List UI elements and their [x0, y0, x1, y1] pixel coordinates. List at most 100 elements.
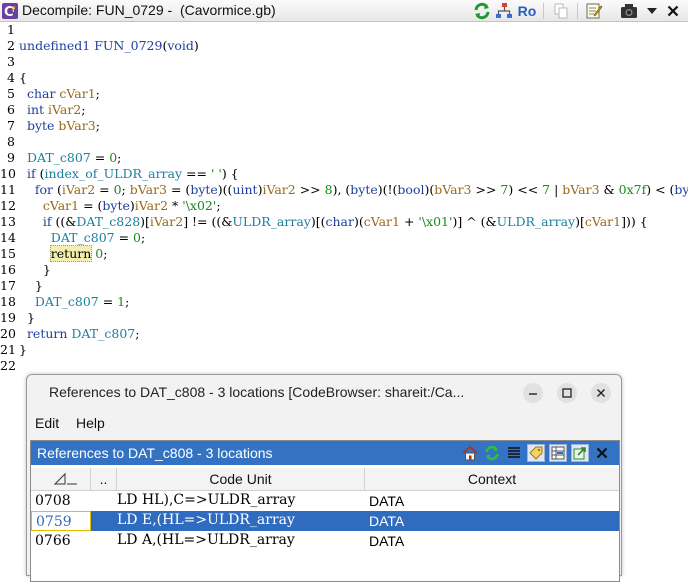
code-token[interactable]: bVar3	[562, 182, 599, 197]
code-text[interactable]: DAT_c807 = 0;	[19, 150, 121, 166]
code-token[interactable]: ;	[135, 326, 139, 341]
code-token[interactable]: )(!(	[378, 182, 398, 197]
maximize-button[interactable]	[557, 383, 577, 403]
code-text[interactable]: DAT_c807 = 1;	[19, 294, 129, 310]
code-text[interactable]: byte bVar3;	[19, 118, 100, 134]
code-token[interactable]: int	[27, 102, 48, 117]
code-token[interactable]: bVar3	[58, 118, 95, 133]
minimize-button[interactable]	[523, 383, 543, 403]
code-token[interactable]: ;	[216, 198, 220, 213]
decompiler-code-view[interactable]: 1 2 undefined1 FUN_0729(void) 3 4{5 char cVa…	[0, 22, 688, 370]
column-header-dots[interactable]: ..	[91, 468, 117, 490]
code-token[interactable]: DAT_c807	[35, 294, 99, 309]
menu-help[interactable]: Help	[76, 415, 105, 431]
code-line[interactable]: 8	[0, 134, 688, 150]
code-token[interactable]: )[	[140, 214, 150, 229]
go-home-button[interactable]	[461, 444, 479, 462]
code-line[interactable]: 11 for (iVar2 = 0; bVar3 = (byte)((uint)…	[0, 182, 688, 198]
code-token[interactable]	[19, 246, 51, 261]
code-token[interactable]: &	[600, 182, 619, 197]
code-text[interactable]: if ((&DAT_c828)[iVar2] != ((&ULDR_array)…	[19, 214, 648, 230]
code-token[interactable]: char	[27, 86, 59, 101]
code-text[interactable]: DAT_c807 = 0;	[19, 230, 145, 246]
code-text[interactable]: }	[19, 262, 51, 278]
code-token[interactable]: DAT_c807	[27, 150, 91, 165]
code-token[interactable]: = (	[79, 198, 102, 213]
code-token[interactable]: }	[19, 262, 51, 277]
code-text[interactable]: }	[19, 342, 27, 358]
close-panel-button[interactable]	[593, 444, 611, 462]
code-line[interactable]: 18 DAT_c807 = 1;	[0, 294, 688, 310]
read-only-toggle[interactable]: Ro	[516, 2, 538, 20]
code-token[interactable]: char	[325, 214, 353, 229]
code-line[interactable]: 17 }	[0, 278, 688, 294]
code-token[interactable]: byte	[190, 182, 217, 197]
code-token[interactable]: ULDR_array	[497, 214, 575, 229]
code-line[interactable]: 22	[0, 358, 688, 370]
code-line[interactable]: 5 char cVar1;	[0, 86, 688, 102]
code-token[interactable]: DAT_c828	[76, 214, 140, 229]
select-data-button[interactable]	[549, 444, 567, 462]
code-token[interactable]: 0x7f	[619, 182, 647, 197]
code-line[interactable]: 6 int iVar2;	[0, 102, 688, 118]
code-line[interactable]: 4{	[0, 70, 688, 86]
code-line[interactable]: 3	[0, 54, 688, 70]
code-token[interactable]: 8	[325, 182, 333, 197]
code-token[interactable]: ;	[96, 118, 100, 133]
code-token[interactable]: 0	[109, 150, 117, 165]
code-token[interactable]: )	[194, 38, 199, 53]
code-text[interactable]: char cVar1;	[19, 86, 100, 102]
code-token[interactable]: )(	[354, 214, 364, 229]
code-token[interactable]	[19, 230, 51, 245]
edit-signature-button[interactable]	[584, 2, 604, 20]
code-token[interactable]: ' '	[211, 166, 222, 181]
code-token[interactable]: *	[168, 198, 182, 213]
code-token[interactable]: |	[550, 182, 562, 197]
code-token[interactable]: undefined1	[19, 38, 94, 53]
code-text[interactable]: return DAT_c807;	[19, 326, 139, 342]
code-token[interactable]: =	[99, 294, 117, 309]
code-text[interactable]: for (iVar2 = 0; bVar3 = (byte)((uint)iVa…	[19, 182, 688, 198]
code-token[interactable]: cVar1	[43, 198, 79, 213]
column-header-location[interactable]	[31, 468, 91, 490]
code-token[interactable]: 0	[133, 230, 141, 245]
code-token[interactable]: ) < (	[646, 182, 674, 197]
code-token[interactable]: >>	[472, 182, 501, 197]
code-token[interactable]: byte	[102, 198, 129, 213]
code-text[interactable]: undefined1 FUN_0729(void)	[19, 38, 199, 54]
code-token[interactable]	[19, 166, 27, 181]
code-token[interactable]: bool	[397, 182, 424, 197]
make-selection-button[interactable]	[571, 444, 589, 462]
code-token[interactable]: ) <<	[508, 182, 542, 197]
code-line[interactable]: 15 return 0;	[0, 245, 688, 262]
code-token[interactable]	[19, 118, 27, 133]
code-token[interactable]: ULDR_array	[232, 214, 310, 229]
code-token[interactable]: )[	[575, 214, 585, 229]
code-token[interactable]: cVar1	[364, 214, 400, 229]
local-menu-button[interactable]	[644, 2, 660, 20]
code-token[interactable]: =	[95, 182, 113, 197]
refresh-references-button[interactable]	[483, 444, 501, 462]
code-token[interactable]: if	[43, 214, 56, 229]
column-header-code-unit[interactable]: Code Unit	[117, 468, 365, 490]
code-token[interactable]: uint	[232, 182, 257, 197]
code-token[interactable]	[19, 182, 35, 197]
table-row[interactable]: 0708 LD HL),C=>ULDR_array DATA	[31, 491, 619, 511]
code-token[interactable]: ;	[103, 246, 107, 261]
code-token[interactable]: if	[27, 166, 40, 181]
code-token[interactable]: }	[19, 278, 43, 293]
code-line[interactable]: 13 if ((&DAT_c828)[iVar2] != ((&ULDR_arr…	[0, 214, 688, 230]
code-token[interactable]: '\x02'	[182, 198, 216, 213]
table-row[interactable]: 0766 LD A,(HL=>ULDR_array DATA	[31, 531, 619, 551]
code-token[interactable]: )((	[218, 182, 233, 197]
tag-filter-button[interactable]	[527, 444, 545, 462]
code-token[interactable]: ;	[141, 230, 145, 245]
code-token[interactable]: byte	[27, 118, 58, 133]
code-token[interactable]: DAT_c807	[51, 230, 115, 245]
code-line[interactable]: 7 byte bVar3;	[0, 118, 688, 134]
code-token[interactable]: void	[167, 38, 194, 53]
code-token[interactable]	[19, 326, 27, 341]
code-token[interactable]: 1	[117, 294, 125, 309]
code-line[interactable]: 14 DAT_c807 = 0;	[0, 230, 688, 246]
table-columns-button[interactable]	[505, 444, 523, 462]
